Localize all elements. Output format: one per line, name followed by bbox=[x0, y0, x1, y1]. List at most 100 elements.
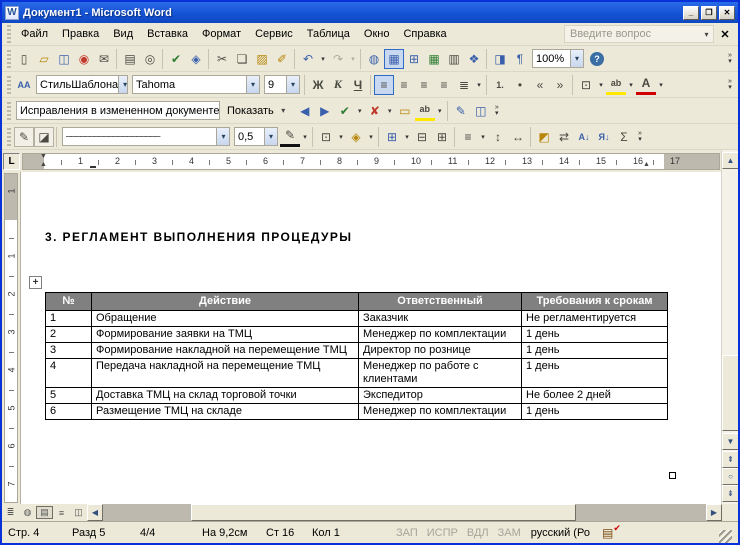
line-spacing-button[interactable]: ≣ bbox=[454, 75, 474, 95]
zoom-dropdown-icon[interactable]: ▾ bbox=[570, 50, 583, 67]
tables-and-borders-button[interactable]: ▦ bbox=[384, 49, 404, 69]
toolbar-grip[interactable] bbox=[7, 128, 11, 146]
menu-file[interactable]: Файл bbox=[14, 25, 55, 43]
reviewing-highlight-button[interactable]: ab bbox=[415, 101, 435, 121]
spelling-button[interactable]: ✔ bbox=[166, 49, 186, 69]
sort-descending-button[interactable]: Я↓ bbox=[594, 127, 614, 147]
underline-button[interactable]: Ч bbox=[348, 75, 368, 95]
select-browse-object-button[interactable]: ○ bbox=[722, 468, 739, 485]
styles-and-formatting-button[interactable]: АА bbox=[14, 75, 34, 95]
text-direction-button[interactable]: ⇄ bbox=[554, 127, 574, 147]
display-for-review-dropdown-icon[interactable]: ▾ bbox=[219, 102, 220, 119]
display-for-review-select[interactable]: Исправления в измененном документе ▾ bbox=[16, 101, 220, 120]
line-weight-select[interactable]: 0,5 ▾ bbox=[234, 127, 278, 146]
style-select[interactable]: СтильШаблона ▾ bbox=[36, 75, 128, 94]
reject-change-button[interactable]: ✘ bbox=[365, 101, 385, 121]
save-button[interactable]: ◫ bbox=[54, 49, 74, 69]
show-formatting-marks-button[interactable]: ¶ bbox=[510, 49, 530, 69]
show-menu-button[interactable]: Показать ▾ bbox=[222, 101, 295, 121]
border-dropdown-icon[interactable]: ▾ bbox=[596, 75, 606, 95]
status-language[interactable]: русский (Ро bbox=[531, 527, 590, 539]
reject-change-dropdown-icon[interactable]: ▾ bbox=[385, 101, 395, 121]
distribute-columns-button[interactable]: ↔ bbox=[508, 127, 528, 147]
menu-tools[interactable]: Сервис bbox=[248, 25, 300, 43]
hanging-indent-marker[interactable]: ▲ bbox=[40, 162, 47, 168]
border-color-button[interactable]: ✎ bbox=[280, 127, 300, 147]
open-button[interactable]: ▱ bbox=[34, 49, 54, 69]
menu-insert[interactable]: Вставка bbox=[140, 25, 195, 43]
redo-dropdown-icon[interactable]: ▾ bbox=[348, 49, 358, 69]
research-button[interactable]: ◈ bbox=[186, 49, 206, 69]
question-box[interactable]: Введите вопрос ▾ bbox=[564, 25, 714, 43]
help-button[interactable]: ? bbox=[590, 52, 604, 66]
normal-view-button[interactable]: ≣ bbox=[2, 506, 19, 519]
scroll-right-button[interactable]: ▶ bbox=[706, 504, 722, 521]
border-color-dropdown-icon[interactable]: ▾ bbox=[300, 127, 310, 147]
reviewing-highlight-dropdown-icon[interactable]: ▾ bbox=[435, 101, 445, 121]
table-move-handle[interactable]: + bbox=[29, 276, 42, 289]
menubar-grip[interactable] bbox=[7, 25, 11, 43]
copy-button[interactable]: ❏ bbox=[232, 49, 252, 69]
cell-alignment-button[interactable]: ≡ bbox=[458, 127, 478, 147]
columns-button[interactable]: ▥ bbox=[444, 49, 464, 69]
line-weight-dropdown-icon[interactable]: ▾ bbox=[264, 128, 277, 145]
merge-cells-button[interactable]: ⊟ bbox=[412, 127, 432, 147]
vertical-scrollbar[interactable]: ▲ ▼ ⇞ ○ ⇟ bbox=[721, 150, 738, 504]
redo-button[interactable]: ↷ bbox=[328, 49, 348, 69]
paste-button[interactable]: ▨ bbox=[252, 49, 272, 69]
font-select[interactable]: Tahoma ▾ bbox=[132, 75, 260, 94]
increase-indent-button[interactable]: » bbox=[550, 75, 570, 95]
tab-selector[interactable]: L bbox=[3, 153, 20, 170]
undo-dropdown-icon[interactable]: ▾ bbox=[318, 49, 328, 69]
status-page-of-total[interactable]: 4/4 bbox=[140, 527, 202, 539]
web-layout-view-button[interactable]: ◍ bbox=[19, 506, 36, 519]
email-button[interactable]: ✉ bbox=[94, 49, 114, 69]
scroll-up-button[interactable]: ▲ bbox=[722, 152, 739, 169]
insert-table-menu-button[interactable]: ⊞ bbox=[382, 127, 402, 147]
accept-change-button[interactable]: ✔ bbox=[335, 101, 355, 121]
tab-stop-marker[interactable] bbox=[90, 166, 96, 168]
font-size-select[interactable]: 9 ▾ bbox=[264, 75, 300, 94]
cut-button[interactable]: ✂ bbox=[212, 49, 232, 69]
close-button[interactable]: ✕ bbox=[719, 6, 735, 20]
status-page[interactable]: Стр. 4 bbox=[8, 527, 72, 539]
track-changes-button[interactable]: ✎ bbox=[451, 101, 471, 121]
table-resize-handle[interactable] bbox=[669, 472, 676, 479]
menu-format[interactable]: Формат bbox=[195, 25, 248, 43]
numbering-button[interactable]: 1. bbox=[490, 75, 510, 95]
spelling-status-icon[interactable]: ▤ ✔ bbox=[602, 526, 620, 540]
distribute-rows-button[interactable]: ↕ bbox=[488, 127, 508, 147]
toolbar-options-button[interactable]: » ▾ bbox=[724, 74, 736, 96]
line-style-select[interactable]: ──────────────────── ▾ bbox=[62, 127, 230, 146]
reviewing-pane-button[interactable]: ◫ bbox=[471, 101, 491, 121]
permission-button[interactable]: ◉ bbox=[74, 49, 94, 69]
sort-ascending-button[interactable]: А↓ bbox=[574, 127, 594, 147]
scroll-left-button[interactable]: ◀ bbox=[87, 504, 103, 521]
col-header-num[interactable]: № bbox=[46, 293, 92, 311]
menu-table[interactable]: Таблица bbox=[300, 25, 357, 43]
previous-page-button[interactable]: ⇞ bbox=[722, 451, 739, 468]
reading-layout-view-button[interactable]: ◫ bbox=[70, 506, 87, 519]
bullets-button[interactable]: • bbox=[510, 75, 530, 95]
print-button[interactable]: ▤ bbox=[120, 49, 140, 69]
line-style-dropdown-icon[interactable]: ▾ bbox=[216, 128, 229, 145]
previous-change-button[interactable]: ◀ bbox=[295, 101, 315, 121]
horizontal-scroll-thumb[interactable] bbox=[191, 504, 576, 521]
border-button[interactable]: ⊡ bbox=[576, 75, 596, 95]
eraser-button[interactable]: ◪ bbox=[34, 127, 54, 147]
highlight-button[interactable]: ab bbox=[606, 75, 626, 95]
cell-alignment-dropdown-icon[interactable]: ▾ bbox=[478, 127, 488, 147]
status-overtype[interactable]: ЗАМ bbox=[498, 527, 521, 539]
autosum-button[interactable]: Σ bbox=[614, 127, 634, 147]
align-right-button[interactable]: ≡ bbox=[414, 75, 434, 95]
document-map-button[interactable]: ◨ bbox=[490, 49, 510, 69]
font-dropdown-icon[interactable]: ▾ bbox=[246, 76, 259, 93]
status-track-changes[interactable]: ИСПР bbox=[427, 527, 458, 539]
insert-excel-table-button[interactable]: ▦ bbox=[424, 49, 444, 69]
toolbar-grip[interactable] bbox=[7, 102, 11, 120]
menu-window[interactable]: Окно bbox=[357, 25, 397, 43]
insert-table-button[interactable]: ⊞ bbox=[404, 49, 424, 69]
italic-button[interactable]: К bbox=[328, 75, 348, 95]
shading-color-button[interactable]: ◈ bbox=[346, 127, 366, 147]
status-section[interactable]: Разд 5 bbox=[72, 527, 140, 539]
